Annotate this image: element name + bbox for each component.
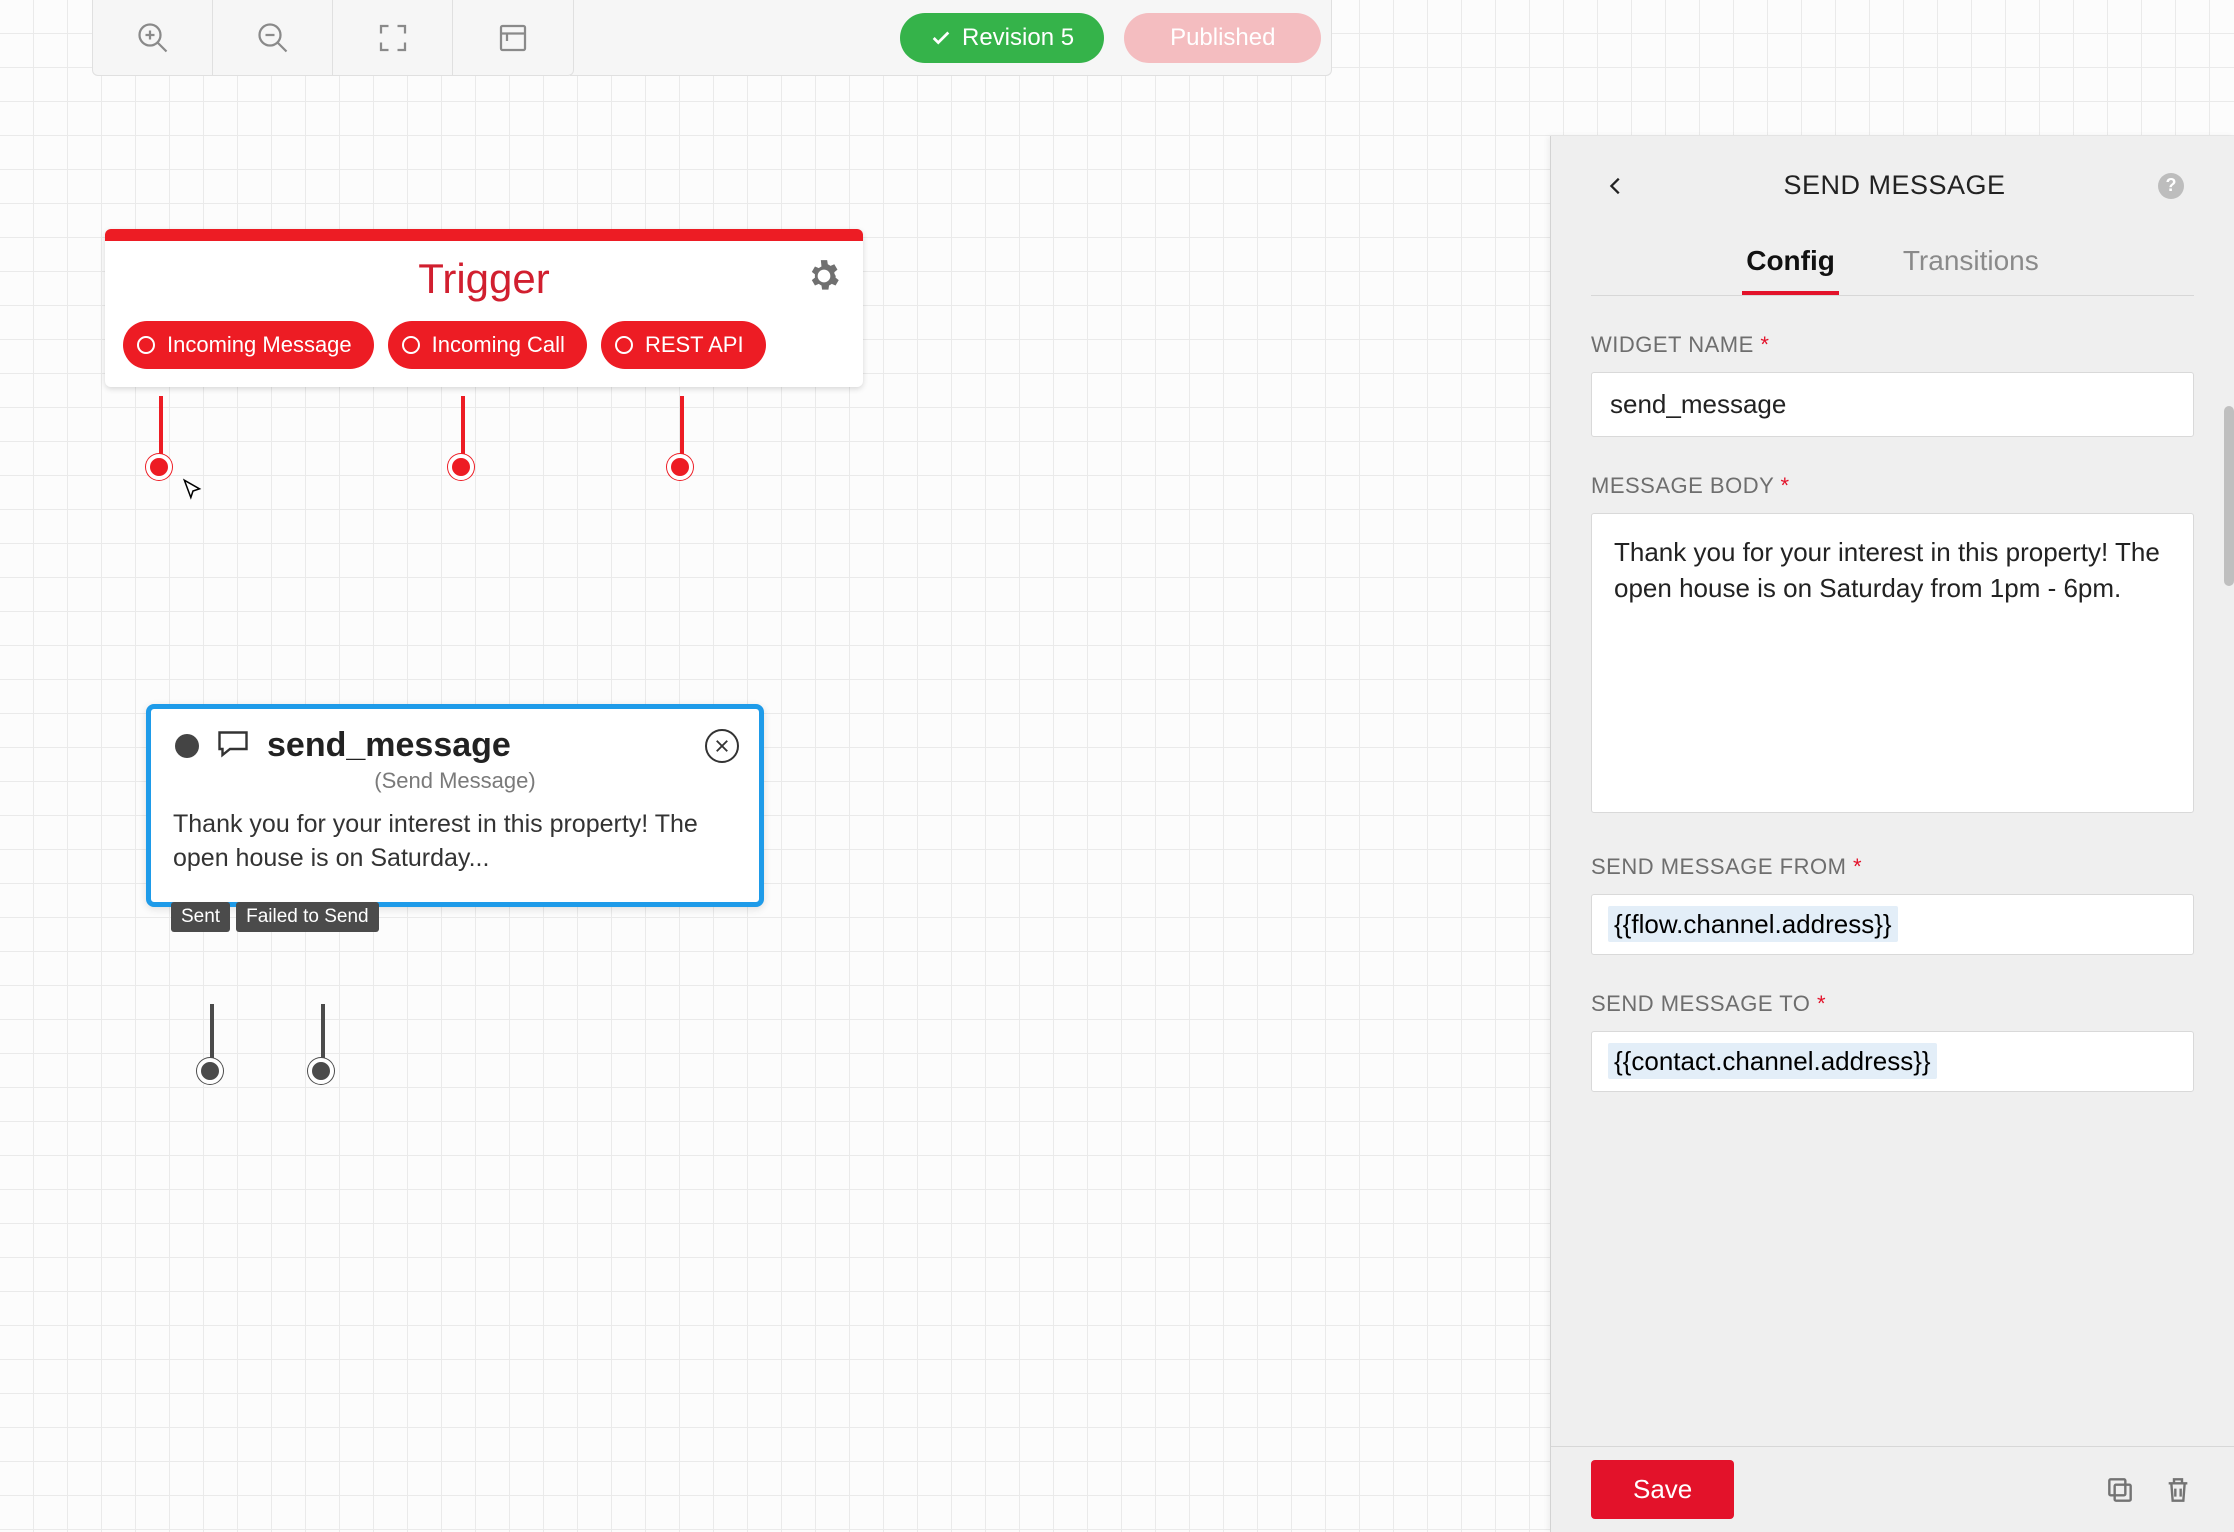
message-icon [215, 725, 251, 766]
send-message-node[interactable]: send_message (Send Message) Thank you fo… [146, 704, 764, 907]
trigger-rest-api[interactable]: REST API [601, 321, 766, 369]
canvas-toolbar [92, 0, 574, 76]
node-drag-handle[interactable] [175, 734, 199, 758]
close-icon [713, 737, 731, 755]
trigger-pill-label: REST API [645, 332, 744, 358]
panel-tabs: Config Transitions [1591, 235, 2194, 296]
send-to-input[interactable]: {{contact.channel.address}} [1591, 1031, 2194, 1092]
revision-pill[interactable]: Revision 5 [900, 13, 1104, 63]
token-value: {{flow.channel.address}} [1608, 906, 1898, 942]
connector-line [461, 396, 465, 460]
node-delete-button[interactable] [705, 729, 739, 763]
trigger-transition-row: Incoming Message Incoming Call REST API [105, 321, 863, 387]
duplicate-button[interactable] [2104, 1474, 2136, 1506]
node-subtitle: (Send Message) [151, 768, 759, 794]
connector-handle[interactable] [667, 454, 693, 480]
panel-title: SEND MESSAGE [1631, 170, 2158, 201]
status-pill-group: Revision 5 Published [900, 0, 1332, 76]
trigger-settings-button[interactable] [805, 257, 843, 300]
trash-icon [2162, 1474, 2194, 1506]
trigger-title: Trigger [418, 255, 549, 303]
connector-ring-icon [137, 336, 155, 354]
panel-help-button[interactable]: ? [2158, 173, 2184, 199]
connector-handle[interactable] [448, 454, 474, 480]
trigger-incoming-call[interactable]: Incoming Call [388, 321, 587, 369]
cursor-icon [180, 478, 206, 509]
zoom-in-button[interactable] [93, 0, 213, 75]
label-message-body: MESSAGE BODY * [1591, 473, 2194, 499]
publish-label: Published [1170, 24, 1275, 52]
tab-config[interactable]: Config [1742, 235, 1839, 295]
trigger-pill-label: Incoming Message [167, 332, 352, 358]
gear-icon [805, 257, 843, 295]
connector-ring-icon [402, 336, 420, 354]
connector-line [159, 396, 163, 460]
send-from-input[interactable]: {{flow.channel.address}} [1591, 894, 2194, 955]
message-body-input[interactable] [1591, 513, 2194, 813]
trigger-accent-bar [105, 229, 863, 241]
trigger-incoming-message[interactable]: Incoming Message [123, 321, 374, 369]
library-button[interactable] [453, 0, 573, 75]
connector-line [210, 1004, 214, 1064]
widget-name-input[interactable] [1591, 372, 2194, 437]
label-send-to: SEND MESSAGE TO * [1591, 991, 2194, 1017]
panel-icon [495, 20, 531, 56]
fit-screen-button[interactable] [333, 0, 453, 75]
toolbar-extension [570, 0, 910, 76]
trigger-pill-label: Incoming Call [432, 332, 565, 358]
delete-button[interactable] [2162, 1474, 2194, 1506]
trigger-node[interactable]: Trigger Incoming Message Incoming Call R… [105, 229, 863, 387]
chevron-left-icon [1605, 175, 1627, 197]
node-body-preview: Thank you for your interest in this prop… [151, 794, 759, 902]
revision-label: Revision 5 [962, 24, 1074, 52]
panel-back-button[interactable] [1601, 171, 1631, 201]
config-panel: SEND MESSAGE ? Config Transitions WIDGET… [1550, 136, 2234, 1532]
label-send-from: SEND MESSAGE FROM * [1591, 854, 2194, 880]
publish-button[interactable]: Published [1124, 13, 1321, 63]
zoom-in-icon [135, 20, 171, 56]
connector-line [321, 1004, 325, 1064]
label-widget-name: WIDGET NAME * [1591, 332, 2194, 358]
token-value: {{contact.channel.address}} [1608, 1043, 1937, 1079]
node-title: send_message [267, 726, 511, 765]
transition-failed[interactable]: Failed to Send [236, 902, 379, 932]
connector-ring-icon [615, 336, 633, 354]
zoom-out-icon [255, 20, 291, 56]
panel-scrollbar[interactable] [2224, 406, 2234, 586]
check-icon [930, 27, 952, 49]
tab-transitions[interactable]: Transitions [1899, 235, 2043, 295]
connector-handle[interactable] [197, 1058, 223, 1084]
connector-handle[interactable] [308, 1058, 334, 1084]
copy-icon [2104, 1474, 2136, 1506]
fullscreen-icon [375, 20, 411, 56]
panel-footer: Save [1551, 1446, 2234, 1532]
zoom-out-button[interactable] [213, 0, 333, 75]
node-transition-row: Sent Failed to Send [171, 902, 379, 932]
transition-sent[interactable]: Sent [171, 902, 230, 932]
connector-line [680, 396, 684, 460]
connector-handle[interactable] [146, 454, 172, 480]
save-button[interactable]: Save [1591, 1460, 1734, 1519]
